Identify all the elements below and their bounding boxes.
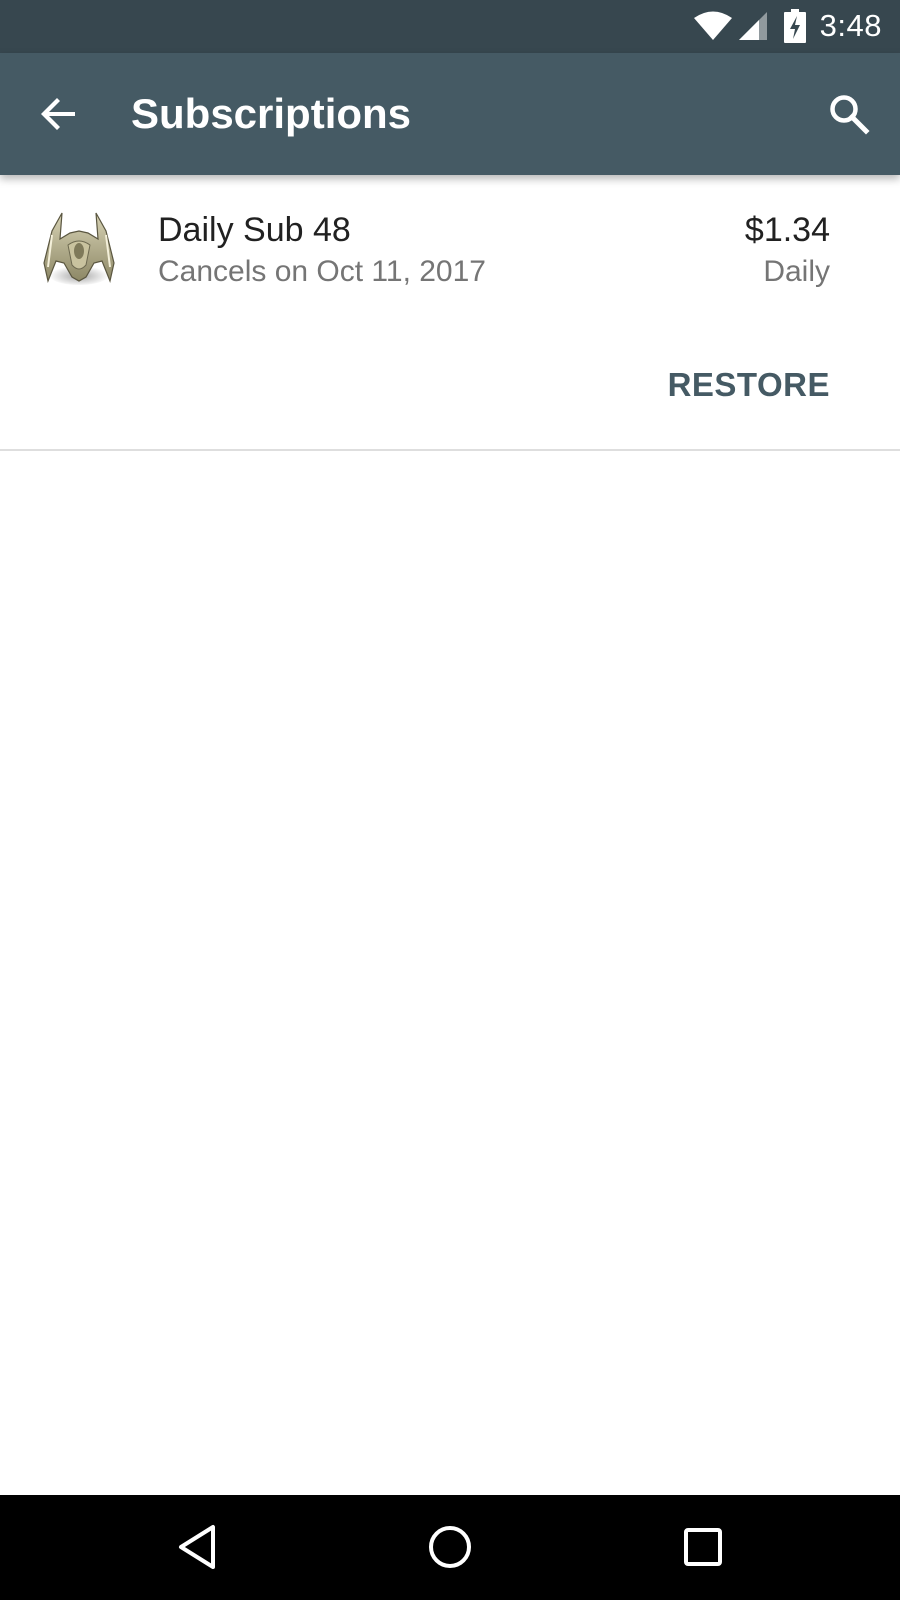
cell-signal-icon: [739, 12, 767, 40]
nav-back-icon: [179, 1525, 215, 1569]
screen: 3:48 Subscriptions Daily Sub 48 Cancels …: [0, 0, 900, 1600]
nav-home-button[interactable]: [415, 1515, 485, 1579]
nav-home-icon: [429, 1526, 471, 1568]
restore-button[interactable]: RESTORE: [664, 365, 834, 405]
back-button[interactable]: [26, 81, 92, 147]
subscription-period: Daily: [763, 255, 830, 288]
nav-recents-button[interactable]: [668, 1515, 738, 1579]
search-icon: [830, 95, 870, 135]
spaceship-app-icon: [43, 212, 115, 285]
subscription-status: Cancels on Oct 11, 2017: [158, 255, 486, 288]
search-button[interactable]: [816, 81, 882, 147]
nav-recents-icon: [684, 1528, 722, 1566]
app-bar: Subscriptions: [0, 53, 900, 175]
arrow-back-icon: [41, 98, 75, 130]
battery-charging-icon: [784, 9, 806, 43]
status-bar: 3:48: [0, 0, 900, 53]
navigation-bar: [0, 1495, 900, 1600]
status-time: 3:48: [819, 8, 882, 43]
nav-back-button[interactable]: [162, 1515, 232, 1579]
wifi-icon: [694, 11, 732, 40]
subscription-name: Daily Sub 48: [158, 211, 351, 249]
subscription-card: Daily Sub 48 Cancels on Oct 11, 2017 $1.…: [0, 175, 900, 451]
page-title: Subscriptions: [131, 90, 412, 137]
subscription-price: $1.34: [744, 211, 830, 249]
